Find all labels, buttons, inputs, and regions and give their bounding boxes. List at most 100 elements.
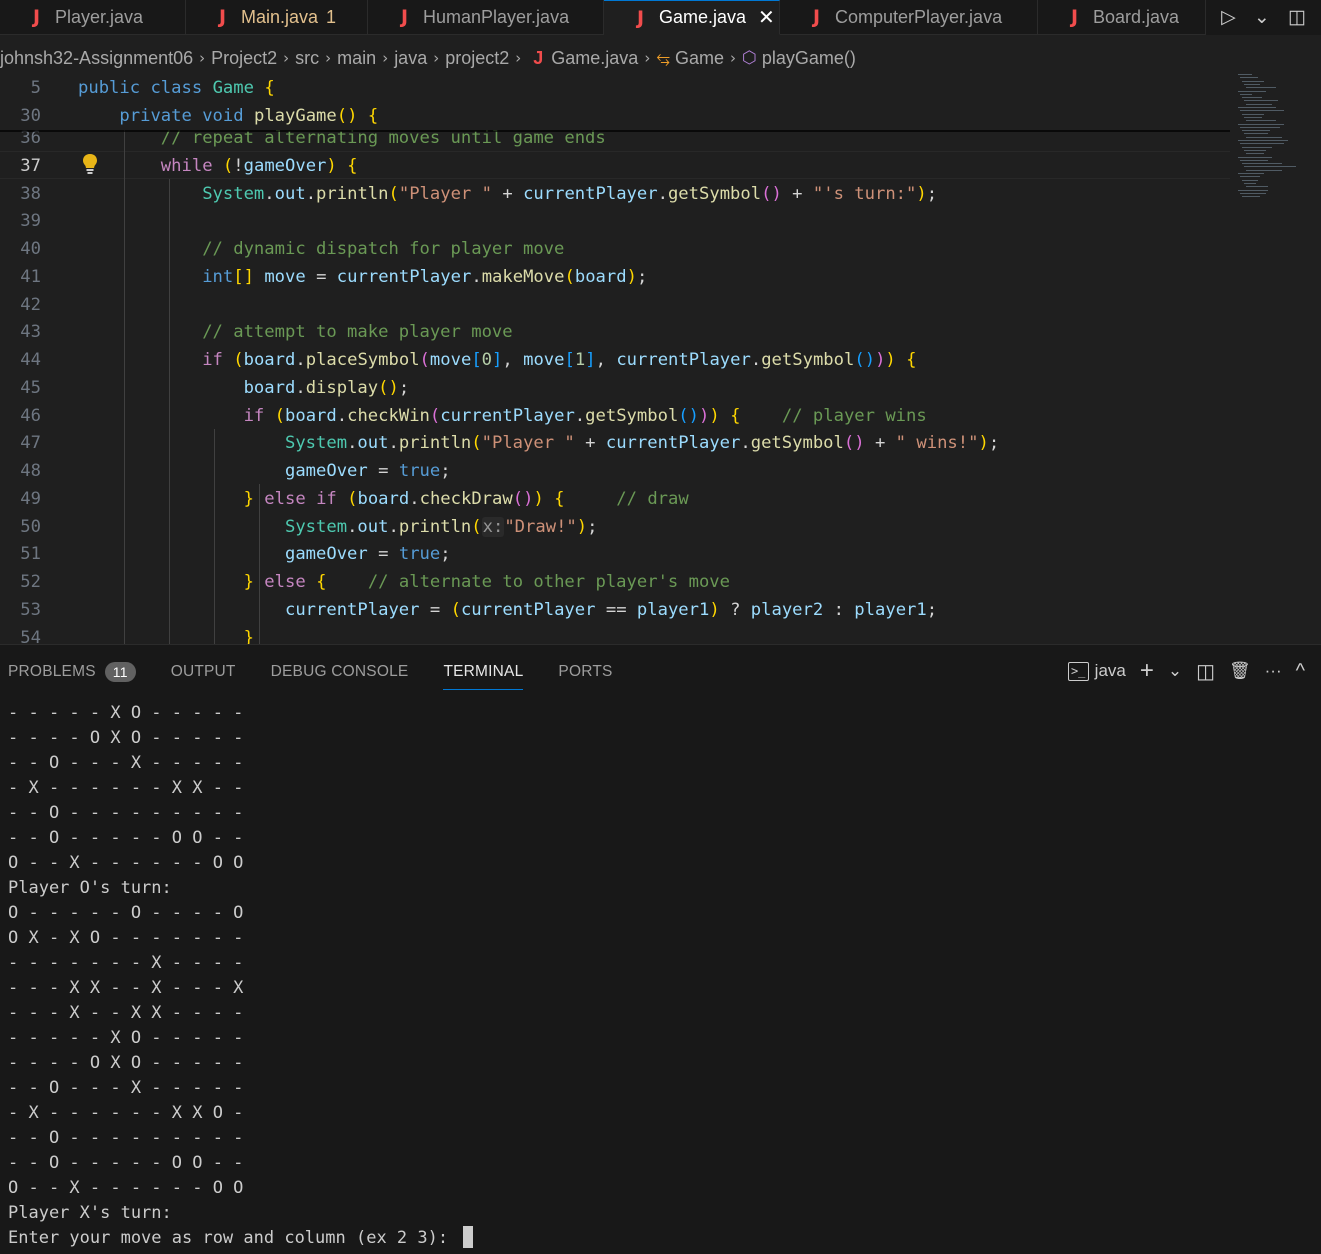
terminal-line: - - O - - - X - - - - - [8, 1078, 244, 1098]
line-number: 5 [30, 78, 41, 98]
chevron-down-icon[interactable]: ⌄ [1168, 661, 1182, 681]
minimap-line [1238, 74, 1252, 75]
class-icon: ⥃ [656, 48, 670, 68]
code-line[interactable]: 44 if (board.placeSymbol(move[0], move[1… [0, 346, 1230, 374]
editor-actions: ▷ ⌄ ◫ [1206, 0, 1321, 35]
tab-humanplayer-java[interactable]: J HumanPlayer.java [368, 0, 604, 35]
breadcrumb-item[interactable]: src [295, 48, 319, 69]
breadcrumb-file[interactable]: Game.java [551, 48, 638, 69]
line-number: 45 [20, 377, 41, 398]
code-line[interactable]: 39 [0, 207, 1230, 235]
code-text: // attempt to make player move [202, 322, 513, 343]
code-text: if (board.checkWin(currentPlayer.getSymb… [243, 405, 927, 426]
tab-label: PORTS [558, 663, 613, 680]
breadcrumb-item[interactable]: java [394, 48, 427, 69]
code-text: } else { // alternate to other player's … [243, 572, 730, 592]
tab-game-java[interactable]: J Game.java ✕ [604, 0, 780, 35]
tab-terminal[interactable]: TERMINAL [443, 657, 524, 690]
code-text: System.out.println("Player " + currentPl… [284, 433, 1000, 454]
problem-count-badge: 1 [326, 7, 337, 27]
minimap-line [1240, 77, 1258, 79]
more-actions-icon[interactable]: ··· [1265, 661, 1282, 681]
code-line[interactable]: 41 int[] move = currentPlayer.makeMove(b… [0, 263, 1230, 291]
code-line[interactable]: 42 [0, 291, 1230, 319]
split-terminal-icon[interactable]: ◫ [1196, 659, 1215, 684]
line-number: 46 [20, 405, 41, 426]
code-line[interactable]: 54 } [0, 624, 1230, 645]
minimap-line [1238, 156, 1272, 158]
code-line[interactable]: 49 } else if (board.checkDraw()) { // dr… [0, 485, 1230, 513]
code-text: System.out.println("Player " + currentPl… [202, 183, 938, 204]
tab-board-java[interactable]: J Board.java [1038, 0, 1206, 35]
minimap-line [1238, 107, 1276, 108]
terminal-line: Enter your move as row and column (ex 2 … [8, 1226, 474, 1251]
line-number: 43 [20, 322, 41, 343]
terminal-line: - - - - O X O - - - - - [8, 728, 244, 748]
tab-ports[interactable]: PORTS [558, 657, 612, 687]
minimap-line [1246, 169, 1282, 171]
minimap-line [1240, 110, 1284, 112]
method-icon: ⬡ [741, 48, 757, 68]
minimap-line [1242, 80, 1264, 82]
close-icon[interactable]: ✕ [758, 5, 775, 30]
tab-computerplayer-java[interactable]: J ComputerPlayer.java [780, 0, 1038, 35]
breadcrumb-item[interactable]: project2 [445, 48, 509, 69]
code-line[interactable]: 53 currentPlayer = (currentPlayer == pla… [0, 596, 1230, 624]
tab-output[interactable]: OUTPUT [171, 657, 236, 687]
chevron-right-icon: › [382, 49, 389, 67]
tab-label: OUTPUT [170, 663, 236, 680]
terminal-selector[interactable]: >_ java [1067, 660, 1126, 681]
breadcrumb-class[interactable]: Game [675, 48, 724, 69]
tab-problems[interactable]: PROBLEMS 11 [8, 657, 136, 687]
tab-debug-console[interactable]: DEBUG CONSOLE [271, 657, 409, 687]
editor-tab-bar: J Player.java J Main.java 1 J HumanPlaye… [0, 0, 1321, 35]
code-line[interactable]: 51 gameOver = true; [0, 540, 1230, 568]
add-terminal-button[interactable]: + [1140, 657, 1154, 685]
breadcrumb-method[interactable]: playGame() [762, 48, 856, 69]
code-text: if (board.placeSymbol(move[0], move[1], … [202, 350, 917, 370]
sticky-scroll-line[interactable]: 30 private void playGame() { [0, 102, 1230, 130]
breadcrumb-item[interactable]: johnsh32-Assignment06 [0, 48, 193, 69]
code-text: while (!gameOver) { [160, 155, 358, 176]
line-number: 38 [20, 183, 41, 204]
code-line[interactable]: 47 System.out.println("Player " + curren… [0, 429, 1230, 457]
code-text: gameOver = true; [284, 544, 451, 565]
code-line[interactable]: 50 System.out.println(x:"Draw!"); [0, 513, 1230, 541]
code-line[interactable]: 45 board.display(); [0, 374, 1230, 402]
terminal-icon: >_ [1067, 662, 1089, 681]
code-line[interactable]: 46 if (board.checkWin(currentPlayer.getS… [0, 402, 1230, 430]
terminal-line: - - - X X - - X - - - X [8, 978, 244, 998]
minimap-line [1242, 130, 1270, 132]
code-line[interactable]: 38 System.out.println("Player " + curren… [0, 180, 1230, 208]
lightbulb-icon[interactable] [80, 153, 100, 175]
terminal-cursor [463, 1226, 474, 1248]
tab-player-java[interactable]: J Player.java [0, 0, 186, 35]
run-icon[interactable]: ▷ [1221, 6, 1236, 29]
maximize-panel-icon[interactable]: ^ [1296, 660, 1305, 683]
code-text: } [243, 627, 254, 645]
minimap[interactable] [1234, 74, 1321, 214]
terminal-name: java [1094, 660, 1126, 680]
code-line[interactable]: 48 gameOver = true; [0, 457, 1230, 485]
chevron-right-icon: › [199, 49, 206, 67]
tab-main-java[interactable]: J Main.java 1 [186, 0, 368, 35]
terminal-line: - - O - - - - - O O - - [8, 828, 244, 848]
minimap-line [1246, 103, 1272, 105]
terminal-line: - X - - - - - - X X O - [8, 1103, 244, 1123]
code-line[interactable]: 37 while (!gameOver) { [0, 152, 1230, 180]
breadcrumb-item[interactable]: main [337, 48, 376, 69]
minimap-line [1242, 196, 1260, 198]
chevron-right-icon: › [325, 49, 332, 67]
sticky-scroll-line[interactable]: 5 public class Game { [0, 74, 1230, 102]
code-line[interactable]: 52 } else { // alternate to other player… [0, 568, 1230, 596]
breadcrumb-item[interactable]: Project2 [211, 48, 277, 69]
trash-icon[interactable]: 🗑 [1229, 661, 1251, 681]
terminal-output[interactable]: - - - - - X O - - - - - - - - - O X O - -… [8, 701, 474, 1251]
code-editor[interactable]: 36 // repeat alternating moves until gam… [0, 74, 1321, 644]
minimap-line [1244, 116, 1262, 118]
code-line[interactable]: 43 // attempt to make player move [0, 318, 1230, 346]
code-line[interactable]: 40 // dynamic dispatch for player move [0, 235, 1230, 263]
minimap-line [1240, 192, 1266, 194]
chevron-down-icon[interactable]: ⌄ [1254, 6, 1270, 29]
split-editor-icon[interactable]: ◫ [1288, 6, 1306, 29]
